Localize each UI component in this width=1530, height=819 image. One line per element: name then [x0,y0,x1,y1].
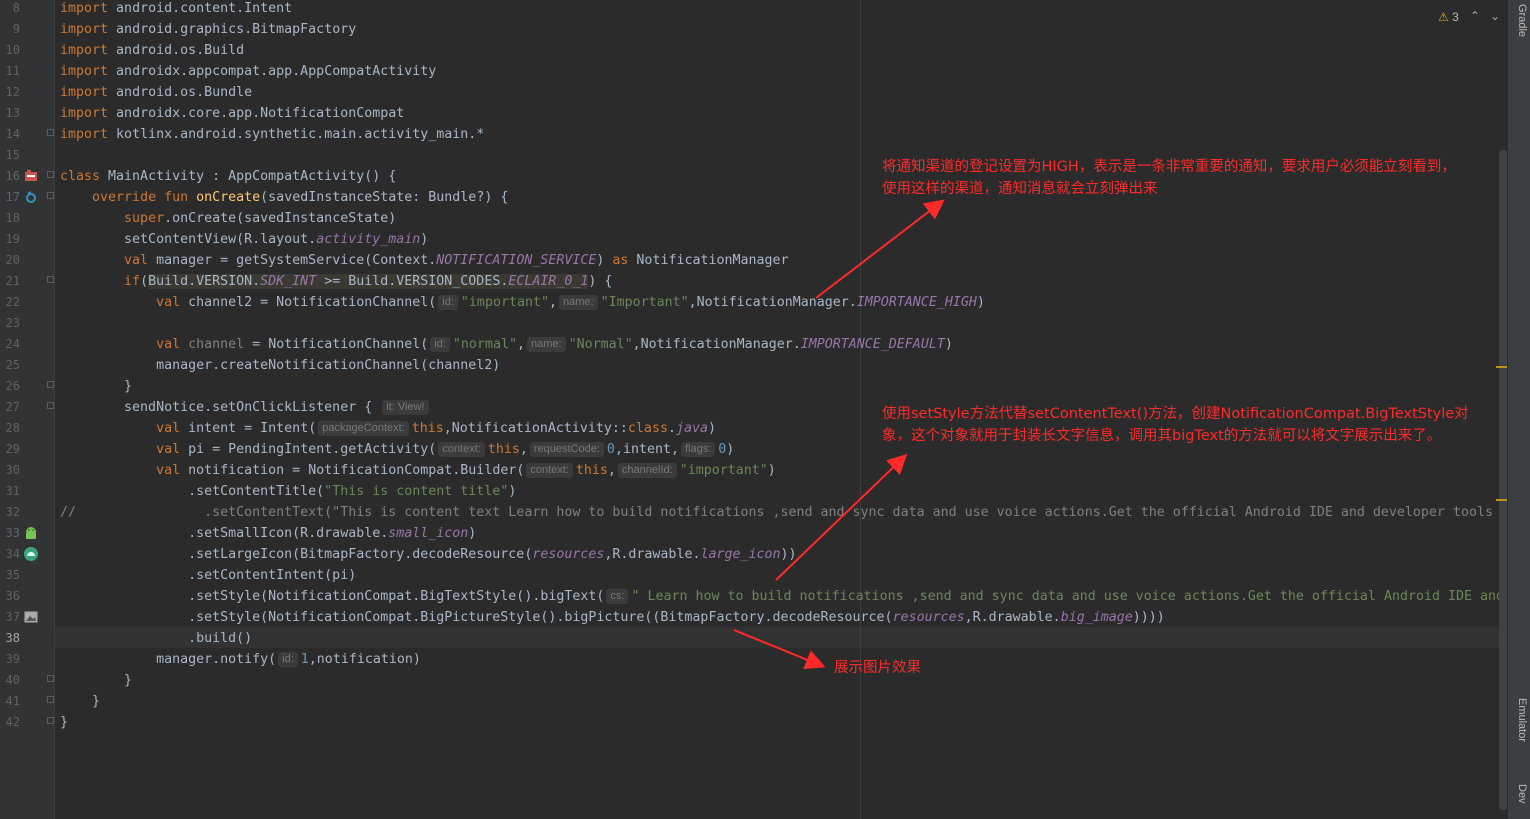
arrow-1 [815,199,945,299]
arrow-3 [733,629,826,669]
arrow-2 [775,453,908,581]
annotation-arrows [733,199,945,669]
